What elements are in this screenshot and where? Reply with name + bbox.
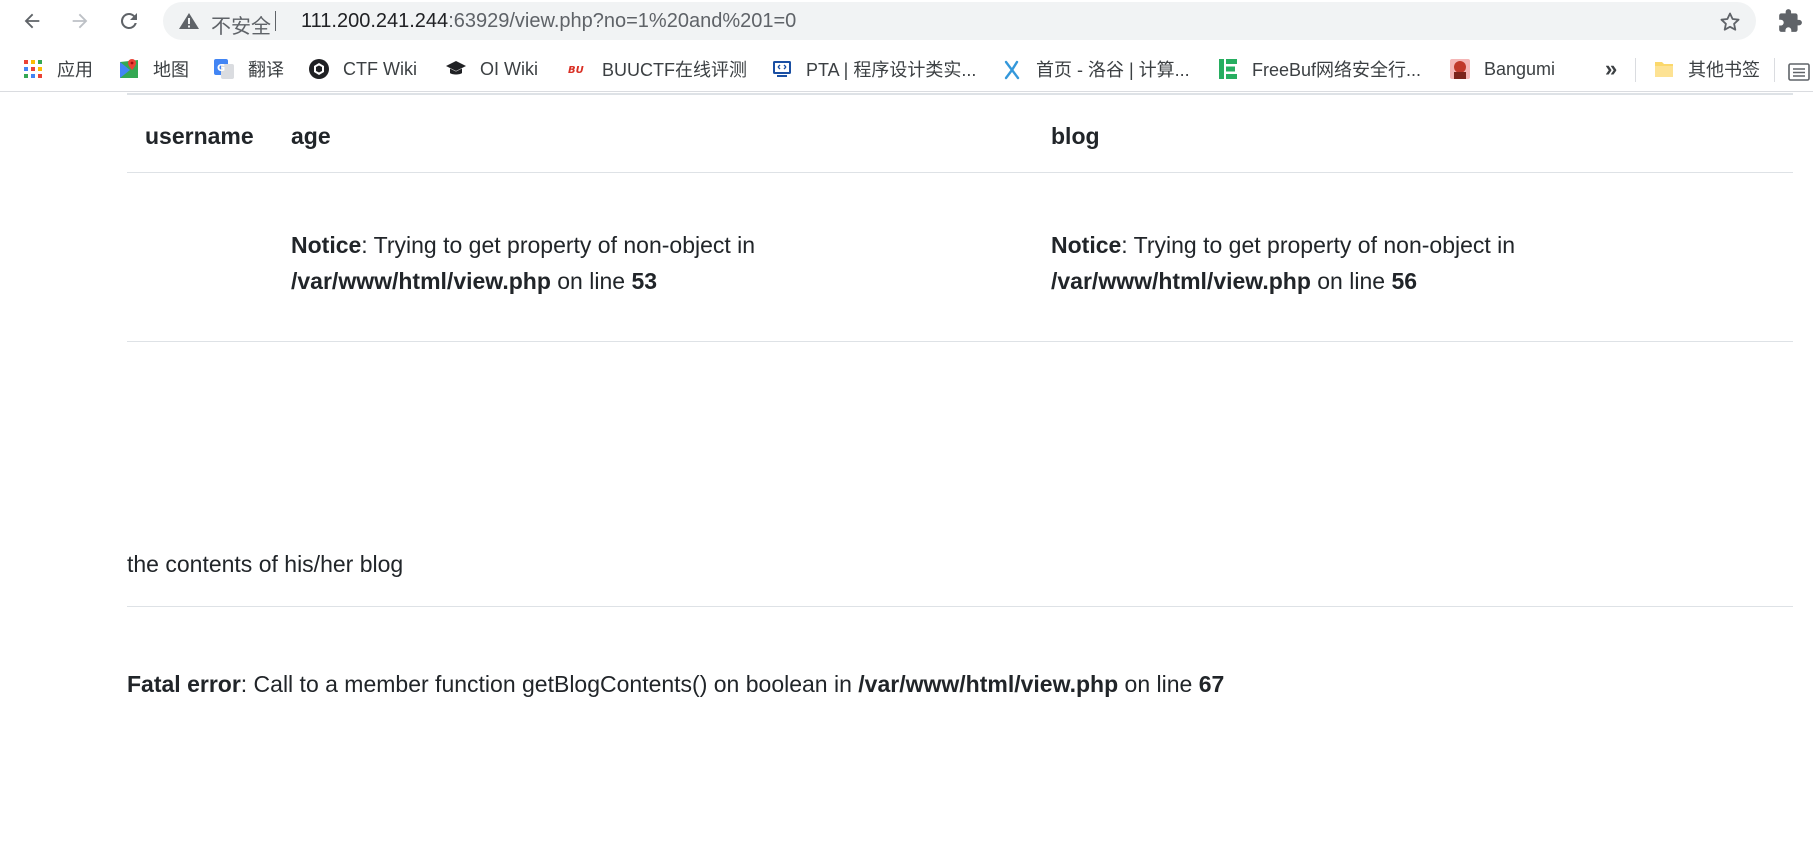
reload-button[interactable] — [113, 5, 145, 37]
back-button[interactable] — [16, 5, 48, 37]
bookmark-label: PTA | 程序设计类实... — [806, 60, 977, 80]
forward-button[interactable] — [64, 5, 96, 37]
bookmarks-overflow-chevron[interactable]: » — [1605, 56, 1617, 82]
bookmark-label: OI Wiki — [480, 58, 538, 79]
notice-on-line: on line — [1310, 268, 1392, 294]
reading-list-icon[interactable] — [1788, 63, 1810, 81]
bookmark-translate[interactable]: G 翻译 — [213, 54, 284, 84]
browser-toolbar: 不安全 111.200.241.244:63929/view.php?no=1%… — [0, 0, 1813, 42]
bookmark-ctf-wiki[interactable]: CTF Wiki — [308, 54, 417, 84]
bookmark-label: 应用 — [57, 60, 93, 80]
bookmark-apps[interactable]: 应用 — [22, 54, 93, 84]
bookmark-luogu[interactable]: 首页 - 洛谷 | 计算... — [1001, 54, 1190, 84]
pta-icon — [771, 58, 793, 80]
fatal-on-line: on line — [1118, 671, 1199, 697]
header-blog: blog — [1051, 123, 1100, 149]
bookmark-freebuf[interactable]: FreeBuf网络安全行... — [1217, 54, 1421, 84]
bookmark-label: 翻译 — [248, 60, 284, 80]
notice-path: /var/www/html/view.php — [1051, 268, 1311, 294]
url-text[interactable]: 111.200.241.244:63929/view.php?no=1%20an… — [301, 10, 796, 33]
data-row-rule — [127, 341, 1793, 342]
notice-line-number: 53 — [631, 268, 658, 294]
luogu-icon — [1001, 58, 1023, 80]
page-content: username age blog Notice: Trying to get … — [0, 93, 1813, 852]
age-cell-notice: Notice: Trying to get property of non-ob… — [291, 227, 755, 299]
bookmark-label: BUUCTF在线评测 — [602, 60, 747, 80]
header-username: username — [145, 123, 254, 149]
bookmark-pta[interactable]: PTA | 程序设计类实... — [771, 54, 976, 84]
bookmarks-bar: 应用 地图 G 翻译 CTF Wiki OI Wiki BU BUUCTF在线评… — [0, 48, 1813, 92]
bookmark-star-icon[interactable] — [1718, 10, 1742, 34]
buuctf-icon: BU — [567, 58, 589, 80]
blog-contents-heading: the contents of his/her blog — [127, 551, 404, 577]
bookmark-label: 其他书签 — [1688, 60, 1760, 80]
address-bar[interactable]: 不安全 111.200.241.244:63929/view.php?no=1%… — [163, 2, 1756, 40]
ctf-wiki-icon — [308, 58, 330, 80]
bookmark-bangumi[interactable]: Bangumi — [1449, 54, 1555, 84]
notice-label: Notice — [291, 232, 362, 258]
extensions-puzzle-icon[interactable] — [1777, 8, 1803, 34]
notice-label: Notice — [1051, 232, 1122, 258]
notice-message: : Trying to get property of non-object i… — [361, 232, 756, 258]
header-row-rule — [127, 172, 1793, 173]
fatal-path: /var/www/html/view.php — [858, 671, 1119, 697]
svg-text:BU: BU — [568, 65, 584, 76]
security-label[interactable]: 不安全 — [211, 10, 271, 39]
warning-triangle-icon — [179, 13, 199, 29]
blog-cell-notice: Notice: Trying to get property of non-ob… — [1051, 227, 1515, 299]
translate-icon: G — [213, 58, 235, 80]
bookmark-oi-wiki[interactable]: OI Wiki — [445, 54, 538, 84]
bookmark-label: 地图 — [153, 60, 189, 80]
omnibox-divider — [275, 11, 276, 31]
bookmark-label: CTF Wiki — [343, 58, 417, 79]
notice-line-number: 56 — [1391, 268, 1418, 294]
bookmark-buuctf[interactable]: BU BUUCTF在线评测 — [567, 54, 747, 84]
notice-path: /var/www/html/view.php — [291, 268, 551, 294]
fatal-label: Fatal error — [127, 671, 241, 697]
apps-grid-icon — [22, 58, 44, 80]
bookmarks-divider — [1774, 58, 1775, 82]
notice-on-line: on line — [550, 268, 632, 294]
header-age: age — [291, 123, 331, 149]
reload-icon — [121, 13, 137, 29]
maps-icon — [118, 58, 140, 80]
svg-text:G: G — [217, 63, 225, 74]
folder-icon — [1653, 58, 1675, 80]
contents-divider — [127, 606, 1793, 607]
freebuf-icon — [1217, 58, 1239, 80]
fatal-line-number: 67 — [1198, 671, 1225, 697]
fatal-text: : Call to a member function getBlogConte… — [240, 671, 859, 697]
notice-message: : Trying to get property of non-object i… — [1121, 232, 1516, 258]
url-path: :63929/view.php?no=1%20and%201=0 — [448, 10, 797, 32]
bookmark-other-folder[interactable]: 其他书签 — [1653, 54, 1760, 84]
bookmarks-divider — [1635, 58, 1636, 82]
bookmark-maps[interactable]: 地图 — [118, 54, 189, 84]
bookmark-label: Bangumi — [1484, 58, 1556, 79]
bookmark-label: 首页 - 洛谷 | 计算... — [1036, 60, 1190, 80]
bookmark-label: FreeBuf网络安全行... — [1252, 60, 1422, 80]
bangumi-icon — [1449, 58, 1471, 80]
graduation-cap-icon — [445, 58, 467, 80]
fatal-error-message: Fatal error: Call to a member function g… — [127, 671, 1224, 698]
back-arrow-icon — [24, 13, 40, 29]
table-top-rule — [127, 93, 1793, 95]
forward-arrow-icon — [72, 13, 88, 29]
url-host: 111.200.241.244 — [301, 10, 449, 32]
